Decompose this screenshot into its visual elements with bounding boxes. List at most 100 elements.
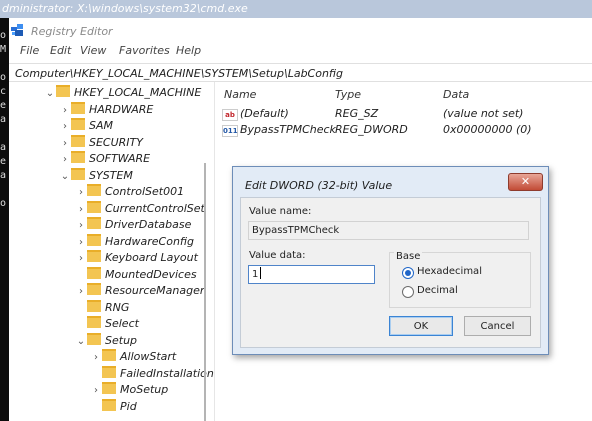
cmd-text-fragment: c: [0, 86, 7, 97]
tree-item[interactable]: › SOFTWARE: [59, 150, 150, 167]
column-header-type[interactable]: Type: [335, 88, 361, 101]
folder-icon: [87, 250, 101, 262]
value-row[interactable]: ab (Default): [222, 106, 289, 122]
tree-item[interactable]: RNG: [75, 299, 129, 316]
tree-item[interactable]: ⌄ SYSTEM: [59, 167, 133, 184]
menu-view[interactable]: View: [80, 44, 106, 57]
folder-icon: [102, 365, 116, 378]
tree-item[interactable]: › SECURITY: [59, 134, 143, 151]
tree-item[interactable]: › MoSetup: [90, 381, 168, 398]
edit-dword-dialog: Edit DWORD (32-bit) Value ✕ Value name: …: [232, 166, 549, 355]
value-row[interactable]: 011 BypassTPMCheck: [222, 122, 336, 138]
chevron-right-icon[interactable]: ›: [59, 102, 71, 119]
column-header-data[interactable]: Data: [443, 88, 469, 101]
chevron-right-icon[interactable]: ›: [59, 151, 71, 168]
tree-item[interactable]: Select: [75, 315, 139, 332]
base-label: Base: [394, 251, 423, 262]
chevron-right-icon[interactable]: ›: [75, 250, 87, 267]
cmd-text-fragment: M: [0, 44, 7, 55]
folder-icon: [87, 316, 101, 328]
tree-item[interactable]: Pid: [90, 398, 137, 415]
chevron-down-icon[interactable]: ⌄: [44, 85, 56, 102]
value-data: (value not set): [443, 107, 524, 120]
value-type: REG_DWORD: [335, 123, 408, 136]
tree-item[interactable]: › Keyboard Layout: [75, 249, 198, 266]
chevron-right-icon[interactable]: ›: [59, 135, 71, 152]
chevron-right-icon[interactable]: ›: [75, 184, 87, 201]
tree-item[interactable]: › DriverDatabase: [75, 216, 191, 233]
cmd-text-fragment: o: [0, 198, 7, 209]
tree-scrollbar[interactable]: [204, 163, 206, 421]
tree-item[interactable]: › AllowStart: [90, 348, 176, 365]
folder-icon: [71, 118, 85, 130]
address-bar[interactable]: Computer\HKEY_LOCAL_MACHINE\SYSTEM\Setup…: [9, 63, 592, 82]
folder-icon: [87, 299, 101, 312]
tree-item[interactable]: › CurrentControlSet: [75, 200, 205, 217]
tree-item[interactable]: › HARDWARE: [59, 101, 153, 118]
ok-button[interactable]: OK: [389, 316, 453, 336]
tree-item[interactable]: › ResourceManager: [75, 282, 204, 299]
chevron-down-icon[interactable]: ⌄: [75, 333, 87, 350]
cmd-window-title: dministrator: X:\windows\system32\cmd.ex…: [0, 0, 592, 18]
cmd-text-fragment: a: [0, 142, 7, 153]
tree-item[interactable]: FailedInstallation: [90, 365, 214, 382]
hexadecimal-radio[interactable]: [402, 267, 414, 279]
decimal-label[interactable]: Decimal: [417, 285, 458, 296]
tree-item-label: CurrentControlSet: [105, 201, 205, 215]
text-caret: [260, 267, 262, 279]
tree-item-label: HARDWARE: [89, 102, 154, 116]
tree-item[interactable]: › ControlSet001: [75, 183, 184, 200]
chevron-right-icon[interactable]: ›: [90, 349, 102, 366]
chevron-right-icon[interactable]: ›: [75, 283, 87, 300]
menu-file[interactable]: File: [20, 44, 39, 57]
tree-item[interactable]: › HardwareConfig: [75, 233, 194, 250]
window-title: Registry Editor: [31, 25, 113, 38]
close-button[interactable]: ✕: [508, 173, 543, 191]
chevron-right-icon[interactable]: ›: [75, 201, 87, 218]
chevron-right-icon[interactable]: ›: [59, 118, 71, 135]
title-bar: Registry Editor: [9, 18, 592, 42]
pane-divider[interactable]: [214, 82, 215, 421]
folder-icon: [71, 167, 85, 180]
dialog-body: Value name: BypassTPMCheck Value data: 1…: [240, 197, 541, 348]
tree-item-label: HardwareConfig: [105, 234, 195, 248]
tree-item[interactable]: MountedDevices: [75, 266, 197, 283]
cmd-text-fragment: o: [0, 30, 7, 41]
chevron-right-icon[interactable]: ›: [90, 382, 102, 399]
value-data-label: Value data:: [249, 250, 306, 261]
chevron-right-icon[interactable]: ›: [75, 217, 87, 234]
folder-icon: [87, 217, 101, 229]
value-name-field[interactable]: BypassTPMCheck: [248, 221, 529, 240]
base-group: Base Hexadecimal Decimal: [389, 251, 531, 308]
folder-icon: [71, 134, 85, 147]
folder-icon: [71, 101, 85, 114]
cmd-window-edge: oMoceaaeao: [0, 18, 9, 421]
hexadecimal-label[interactable]: Hexadecimal: [417, 266, 482, 277]
tree-item-label: ResourceManager: [105, 284, 205, 297]
tree-item-label: DriverDatabase: [105, 218, 192, 231]
tree-item-label: SAM: [89, 119, 113, 132]
chevron-right-icon[interactable]: ›: [75, 234, 87, 251]
tree-item[interactable]: › SAM: [59, 117, 113, 134]
tree-item-label: SOFTWARE: [89, 152, 151, 165]
chevron-down-icon[interactable]: ⌄: [59, 168, 71, 185]
tree-item-label: FailedInstallation: [120, 366, 214, 380]
tree-item[interactable]: ⌄ Setup: [75, 332, 137, 349]
value-data: 0x00000000 (0): [443, 123, 532, 136]
tree-item-label: SYSTEM: [89, 168, 133, 182]
tree-item-label: Keyboard Layout: [105, 251, 198, 264]
menu-help[interactable]: Help: [176, 44, 201, 57]
decimal-radio[interactable]: [402, 286, 414, 298]
value-data-input[interactable]: 1: [248, 265, 375, 284]
value-data-text: 1: [252, 269, 259, 280]
menu-edit[interactable]: Edit: [50, 44, 71, 57]
tree-item[interactable]: ⌄ HKEY_LOCAL_MACHINE: [44, 84, 201, 101]
tree-item-label: SECURITY: [89, 135, 143, 149]
cmd-text-fragment: a: [0, 170, 7, 181]
folder-icon: [87, 200, 101, 213]
value-name-label: Value name:: [249, 206, 312, 217]
menu-favorites[interactable]: Favorites: [119, 44, 170, 57]
column-header-name[interactable]: Name: [224, 88, 256, 101]
cancel-button[interactable]: Cancel: [464, 316, 531, 336]
folder-icon: [71, 151, 85, 163]
